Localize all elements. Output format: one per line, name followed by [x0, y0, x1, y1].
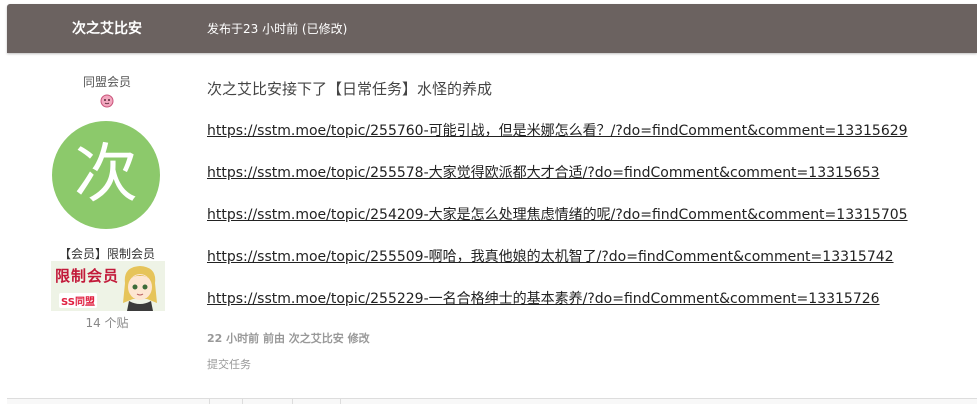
post-link[interactable]: https://sstm.moe/topic/254209-大家是怎么处理焦虑情…	[207, 204, 908, 224]
footer-divider	[209, 399, 210, 404]
author-panel: 同盟会员 次 【会员】限制会员 限制会员 SS同盟 14 个贴	[7, 54, 207, 339]
group-member-icon	[100, 94, 114, 108]
submit-task-label: 提交任务	[207, 358, 251, 371]
group-title: 同盟会员	[82, 75, 131, 89]
author-name-link[interactable]: 次之艾比安	[7, 4, 207, 53]
anime-girl-icon	[123, 266, 157, 311]
rank-image-title: 限制会员	[55, 267, 120, 285]
post-header: 次之艾比安 发布于23 小时前 (已修改)	[7, 4, 977, 53]
post-link[interactable]: https://sstm.moe/topic/255509-啊哈，我真他娘的太机…	[207, 246, 894, 266]
edit-note: 22 小时前 前由 次之艾比安 修改	[207, 332, 370, 345]
avatar[interactable]: 次	[52, 121, 160, 229]
footer-divider	[242, 399, 243, 404]
post-link[interactable]: https://sstm.moe/topic/255760-可能引战，但是米娜怎…	[207, 120, 908, 140]
footer-divider	[340, 399, 341, 404]
rank-image-sub: SS同盟	[59, 293, 97, 308]
post-intro: 次之艾比安接下了【日常任务】水怪的养成	[207, 80, 493, 98]
rank-image: 限制会员 SS同盟	[51, 261, 165, 311]
member-group: 【会员】限制会员	[58, 247, 155, 261]
footer-divider	[292, 399, 293, 404]
post-date: 发布于23 小时前 (已修改)	[207, 22, 348, 36]
post-link[interactable]: https://sstm.moe/topic/255229-一名合格绅士的基本素…	[207, 288, 880, 308]
post-link[interactable]: https://sstm.moe/topic/255578-大家觉得欧派都大才合…	[207, 162, 880, 182]
post-count: 14 个贴	[85, 316, 129, 330]
post-footer-bar	[7, 398, 977, 404]
